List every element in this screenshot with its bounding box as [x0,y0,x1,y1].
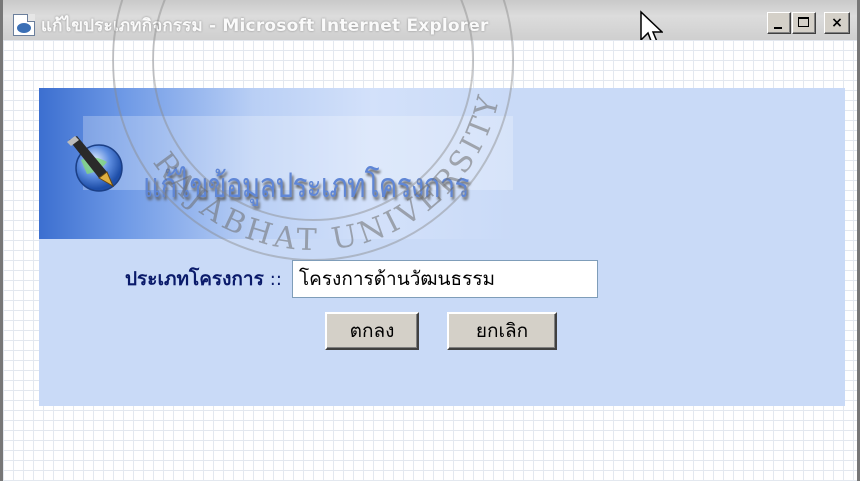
project-type-label: ประเภทโครงการ [125,268,264,290]
close-button[interactable]: × [824,12,850,34]
edit-panel: แก้ไขข้อมูลประเภทโครงการ ประเภทโครงการ :… [39,88,845,406]
minimize-button[interactable] [767,12,791,34]
maximize-icon [798,17,809,27]
ie-page-icon [13,14,35,36]
close-icon: × [831,15,843,31]
page-heading: แก้ไขข้อมูลประเภทโครงการ [143,166,469,206]
label-separator: :: [269,268,282,290]
page-content: แก้ไขข้อมูลประเภทโครงการ ประเภทโครงการ :… [3,40,857,481]
page-banner: แก้ไขข้อมูลประเภทโครงการ [39,88,515,239]
window-title: แก้ไขประเภทกิจกรรม - Microsoft Internet … [41,16,489,36]
project-type-row: ประเภทโครงการ :: [125,260,598,298]
pen-globe-icon [67,136,123,192]
minimize-icon [774,27,782,29]
ok-button[interactable]: ตกลง [325,312,419,350]
maximize-button[interactable] [792,12,816,34]
cancel-button[interactable]: ยกเลิก [447,312,557,350]
project-type-input[interactable] [291,260,598,298]
title-bar[interactable]: แก้ไขประเภทกิจกรรม - Microsoft Internet … [3,0,857,40]
browser-window: แก้ไขประเภทกิจกรรม - Microsoft Internet … [0,0,860,481]
